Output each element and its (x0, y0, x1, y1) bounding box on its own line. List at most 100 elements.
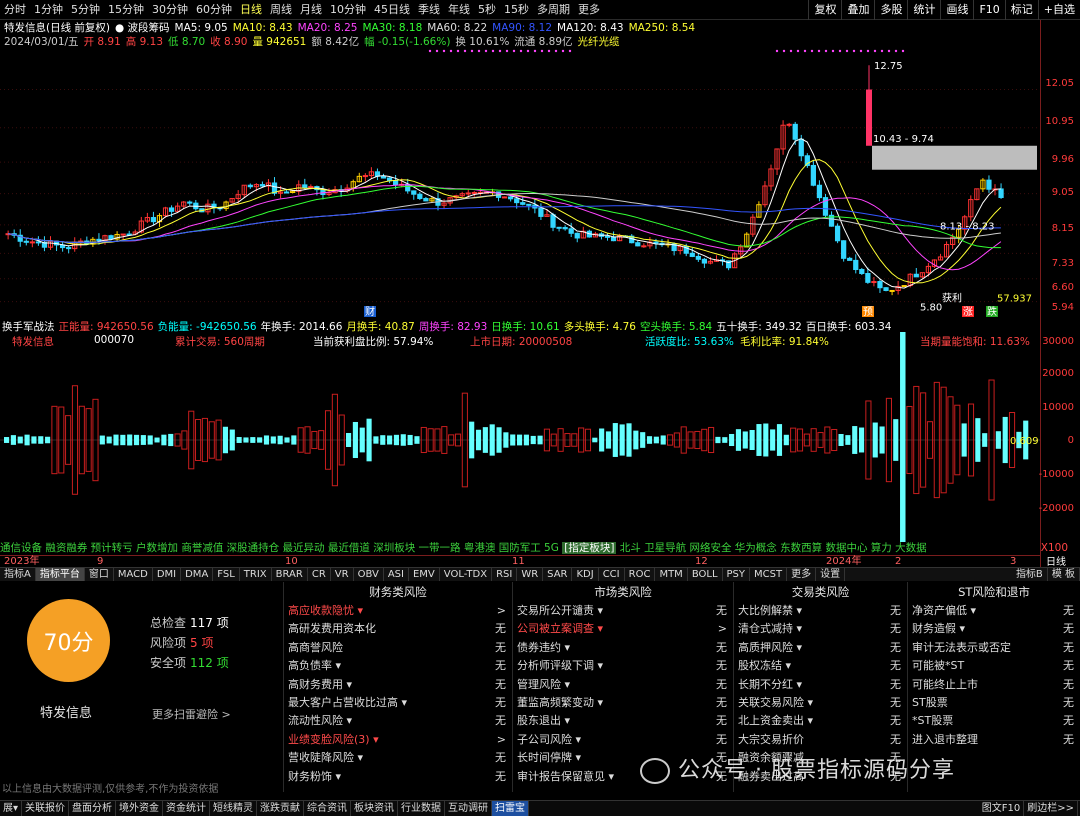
tab-right-1[interactable]: 模 板 (1048, 568, 1080, 581)
risk-item[interactable]: 净资产偏低 ▾ 无 (908, 602, 1080, 620)
risk-item[interactable]: 长期不分红 ▾ 无 (734, 676, 907, 694)
risk-item[interactable]: 营收陡降风险 ▾ 无 (284, 749, 512, 767)
risk-item[interactable]: 董监高频繁变动 ▾ 无 (513, 694, 733, 712)
period-11[interactable]: 季线 (418, 0, 440, 20)
period-5[interactable]: 60分钟 (196, 0, 232, 20)
tab-13[interactable]: EMV (409, 568, 440, 581)
period-15[interactable]: 多周期 (537, 0, 570, 20)
tab-3[interactable]: MACD (114, 568, 153, 581)
tab-11[interactable]: OBV (354, 568, 384, 581)
period-2[interactable]: 5分钟 (71, 0, 100, 20)
risk-item[interactable]: 高应收款隐忧 ▾ > (284, 602, 512, 620)
risk-item[interactable]: 进入退市整理 无 (908, 731, 1080, 749)
tab-0[interactable]: 指标A (0, 568, 36, 581)
tab-18[interactable]: KDJ (572, 568, 599, 581)
tab-23[interactable]: PSY (723, 568, 751, 581)
risk-item[interactable]: 公司被立案调查 ▾ > (513, 620, 733, 638)
risk-item[interactable]: 北上资金卖出 ▾ 无 (734, 712, 907, 730)
bottom-tab-3[interactable]: 境外资金 (116, 801, 164, 816)
bottom-tab-9[interactable]: 行业数据 (398, 801, 446, 816)
toolbar-btn-0[interactable]: 复权 (808, 0, 841, 20)
period-13[interactable]: 5秒 (478, 0, 496, 20)
tab-19[interactable]: CCI (599, 568, 625, 581)
risk-item[interactable]: 分析师评级下调 ▾ 无 (513, 657, 733, 675)
tab-17[interactable]: SAR (543, 568, 573, 581)
risk-item[interactable]: 股东退出 ▾ 无 (513, 712, 733, 730)
risk-item[interactable]: 可能终止上市 无 (908, 676, 1080, 694)
risk-item[interactable]: 关联交易风险 ▾ 无 (734, 694, 907, 712)
toolbar-btn-1[interactable]: 叠加 (841, 0, 874, 20)
tab-8[interactable]: BRAR (272, 568, 308, 581)
toolbar-btn-5[interactable]: F10 (973, 0, 1004, 20)
tab-24[interactable]: MCST (750, 568, 788, 581)
bottom-tab-11[interactable]: 扫雷宝 (492, 801, 530, 816)
risk-item[interactable]: 可能被*ST 无 (908, 657, 1080, 675)
toolbar-btn-6[interactable]: 标记 (1004, 0, 1038, 20)
period-16[interactable]: 更多 (578, 0, 600, 20)
period-6[interactable]: 日线 (240, 0, 262, 20)
toolbar-btn-7[interactable]: +自选 (1037, 0, 1080, 20)
tab-10[interactable]: VR (331, 568, 354, 581)
risk-item[interactable]: 股权冻结 ▾ 无 (734, 657, 907, 675)
risk-item[interactable]: 清仓式减持 ▾ 无 (734, 620, 907, 638)
tab-21[interactable]: MTM (655, 568, 688, 581)
risk-item[interactable]: 财务造假 ▾ 无 (908, 620, 1080, 638)
toolbar-btn-3[interactable]: 统计 (907, 0, 940, 20)
bottom-tab-4[interactable]: 资金统计 (163, 801, 211, 816)
period-7[interactable]: 周线 (270, 0, 292, 20)
risk-item[interactable]: 债券违约 ▾ 无 (513, 639, 733, 657)
risk-item[interactable]: 大比例解禁 ▾ 无 (734, 602, 907, 620)
risk-item[interactable]: 高质押风险 ▾ 无 (734, 639, 907, 657)
risk-item[interactable]: 高负债率 ▾ 无 (284, 657, 512, 675)
news-ticker[interactable]: 通信设备 融资融券 预计转亏 户数增加 商誉减值 深股通持仓 最近异动 最近借道… (0, 541, 1068, 555)
period-10[interactable]: 45日线 (374, 0, 410, 20)
tab-15[interactable]: RSI (492, 568, 518, 581)
bottom-tab-7[interactable]: 综合资讯 (304, 801, 352, 816)
bottom-tab-2[interactable]: 盘面分析 (69, 801, 117, 816)
risk-item[interactable]: 子公司风险 ▾ 无 (513, 731, 733, 749)
bottom-tab-6[interactable]: 涨跌贡献 (257, 801, 305, 816)
risk-item[interactable]: *ST股票 无 (908, 712, 1080, 730)
risk-item[interactable]: 交易所公开谴责 ▾ 无 (513, 602, 733, 620)
period-0[interactable]: 分时 (4, 0, 26, 20)
risk-item[interactable]: 管理风险 ▾ 无 (513, 676, 733, 694)
bottom-tab-8[interactable]: 板块资讯 (351, 801, 399, 816)
tab-12[interactable]: ASI (384, 568, 409, 581)
period-8[interactable]: 月线 (300, 0, 322, 20)
tab-25[interactable]: 更多 (787, 568, 817, 581)
toolbar-btn-2[interactable]: 多股 (874, 0, 907, 20)
tab-2[interactable]: 窗口 (85, 568, 114, 581)
period-4[interactable]: 30分钟 (152, 0, 188, 20)
risk-item[interactable]: 审计无法表示或否定 无 (908, 639, 1080, 657)
tab-6[interactable]: FSL (213, 568, 240, 581)
news-highlight[interactable]: [指定板块] (562, 542, 617, 554)
period-3[interactable]: 15分钟 (108, 0, 144, 20)
tab-7[interactable]: TRIX (240, 568, 272, 581)
bottom-tab-5[interactable]: 短线精灵 (210, 801, 258, 816)
tab-20[interactable]: ROC (625, 568, 656, 581)
tab-14[interactable]: VOL-TDX (440, 568, 493, 581)
bottom-tab-10[interactable]: 互动调研 (445, 801, 493, 816)
risk-item[interactable]: 高研发费用资本化 无 (284, 620, 512, 638)
bottom-tab-0[interactable]: 展▾ (0, 801, 23, 816)
period-1[interactable]: 1分钟 (34, 0, 63, 20)
bottom-tab-1[interactable]: 关联报价 (22, 801, 70, 816)
risk-item[interactable]: 流动性风险 ▾ 无 (284, 712, 512, 730)
tab-9[interactable]: CR (308, 568, 331, 581)
risk-item[interactable]: 高商誉风险 无 (284, 639, 512, 657)
period-14[interactable]: 15秒 (504, 0, 529, 20)
risk-item[interactable]: 业绩变脸风险(3) ▾ > (284, 731, 512, 749)
more-scan-link[interactable]: 更多扫雷避险 > (152, 706, 231, 722)
tab-4[interactable]: DMI (153, 568, 182, 581)
tab-5[interactable]: DMA (181, 568, 214, 581)
risk-item[interactable]: 财务粉饰 ▾ 无 (284, 768, 512, 786)
period-9[interactable]: 10分钟 (330, 0, 366, 20)
risk-item[interactable]: 大宗交易折价 无 (734, 731, 907, 749)
candlestick-chart[interactable]: 12.75 10.43 - 9.74 8.13 - 8.23 5.80获利 57.937… (0, 48, 1040, 318)
turnover-indicator-chart[interactable]: 0.609 (0, 332, 1040, 542)
tab-16[interactable]: WR (517, 568, 544, 581)
risk-item[interactable]: 高财务费用 ▾ 无 (284, 676, 512, 694)
tab-26[interactable]: 设置 (816, 568, 846, 581)
risk-item[interactable]: ST股票 无 (908, 694, 1080, 712)
tab-1[interactable]: 指标平台 (35, 568, 85, 581)
